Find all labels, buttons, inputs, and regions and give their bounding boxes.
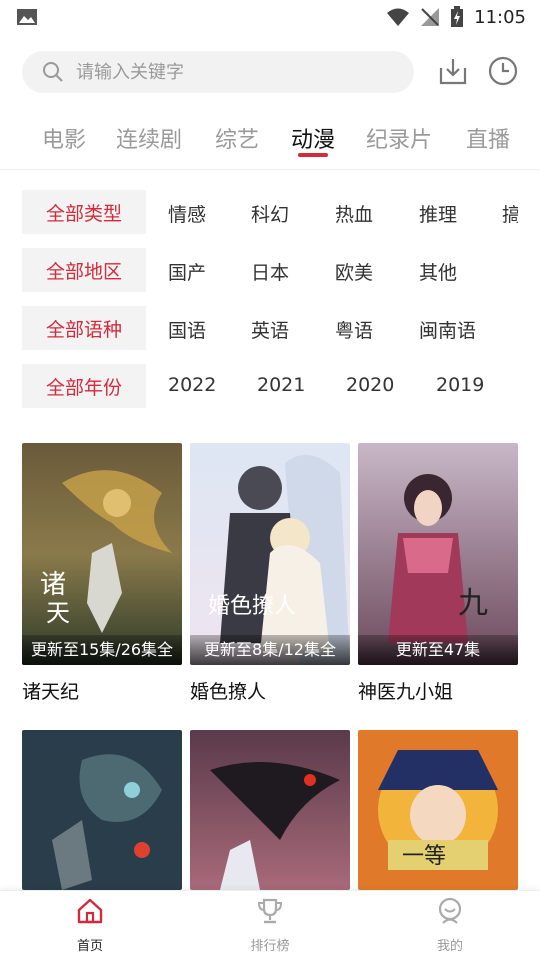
nav-mine-label: 我的 — [436, 939, 463, 954]
nav-rank-label: 排行榜 — [250, 939, 290, 954]
trophy-icon — [257, 898, 283, 924]
filter-option[interactable]: 国产 — [168, 258, 206, 285]
card-title[interactable]: 神医九小姐 — [358, 677, 518, 704]
tab-live[interactable]: 直播 — [466, 122, 510, 154]
divider — [0, 169, 540, 170]
filter-option[interactable]: 推理 — [419, 200, 457, 227]
active-tab-indicator — [298, 153, 328, 157]
download-icon[interactable] — [438, 56, 468, 86]
poster-image[interactable]: 九 更新至47集 — [358, 443, 518, 665]
filter-all-type[interactable]: 全部类型 — [22, 190, 146, 234]
filter-option[interactable]: 英语 — [251, 316, 289, 343]
filter-option[interactable]: 闽南语 — [419, 316, 476, 343]
no-signal-icon — [421, 8, 440, 26]
battery-charging-icon — [451, 6, 464, 27]
media-card[interactable] — [190, 730, 350, 890]
nav-mine[interactable]: 我的 — [400, 897, 500, 954]
nav-home[interactable]: 首页 — [40, 897, 140, 954]
media-card[interactable]: 一等 — [358, 730, 518, 890]
media-card[interactable]: 婚色撩人 更新至8集/12集全 婚色撩人 — [190, 443, 350, 704]
filter-option[interactable]: 2019 — [436, 374, 484, 396]
filter-all-year[interactable]: 全部年份 — [22, 364, 146, 408]
filter-option[interactable]: 科幻 — [251, 200, 289, 227]
tab-series[interactable]: 连续剧 — [116, 122, 182, 154]
history-clock-icon[interactable] — [488, 56, 518, 86]
search-icon — [43, 62, 63, 82]
poster-image[interactable]: 一等 — [358, 730, 518, 890]
tab-movie[interactable]: 电影 — [42, 122, 86, 154]
filter-option[interactable]: 搞 — [502, 200, 518, 227]
svg-text:天: 天 — [46, 599, 70, 627]
filter-option[interactable]: 热血 — [335, 200, 373, 227]
filter-all-language[interactable]: 全部语种 — [22, 306, 146, 350]
tab-anime[interactable]: 动漫 — [291, 122, 335, 154]
search-input[interactable] — [74, 60, 378, 84]
filter-row-year: 全部年份 2022 2021 2020 2019 — [22, 364, 540, 408]
filter-row-region: 全部地区 国产 日本 欧美 其他 — [22, 248, 540, 292]
wifi-icon — [387, 8, 410, 26]
profile-icon — [438, 897, 462, 924]
status-bar: 11:05 — [0, 0, 540, 36]
filter-all-region[interactable]: 全部地区 — [22, 248, 146, 292]
filter-option[interactable]: 2021 — [257, 374, 305, 396]
filter-option[interactable]: 2022 — [168, 374, 216, 396]
episode-badge: 更新至8集/12集全 — [190, 635, 350, 665]
image-notification-icon — [17, 9, 37, 25]
poster-image[interactable]: 诸 天 更新至15集/26集全 — [22, 443, 182, 665]
filter-row-type: 全部类型 情感 科幻 热血 推理 搞 — [22, 190, 540, 234]
media-card[interactable]: 九 更新至47集 神医九小姐 — [358, 443, 518, 704]
episode-badge: 更新至15集/26集全 — [22, 635, 182, 665]
media-card[interactable] — [22, 730, 182, 890]
tab-documentary[interactable]: 纪录片 — [366, 122, 432, 154]
card-title[interactable]: 诸天纪 — [22, 677, 182, 704]
filter-option[interactable]: 粤语 — [335, 316, 373, 343]
nav-home-label: 首页 — [76, 939, 103, 954]
poster-image[interactable] — [190, 730, 350, 890]
poster-image[interactable]: 婚色撩人 更新至8集/12集全 — [190, 443, 350, 665]
home-icon — [77, 898, 103, 924]
filter-option[interactable]: 日本 — [251, 258, 289, 285]
filter-option[interactable]: 2020 — [346, 374, 394, 396]
poster-image[interactable] — [22, 730, 182, 890]
category-tabs: 电影 连续剧 综艺 动漫 纪录片 直播 — [0, 110, 540, 170]
svg-text:婚色撩人: 婚色撩人 — [208, 594, 296, 619]
tab-variety[interactable]: 综艺 — [215, 122, 259, 154]
filter-option[interactable]: 国语 — [168, 316, 206, 343]
episode-badge: 更新至47集 — [358, 635, 518, 665]
bottom-navigation: 首页 排行榜 我的 — [0, 890, 540, 961]
nav-rank[interactable]: 排行榜 — [220, 897, 320, 954]
filter-option[interactable]: 欧美 — [335, 258, 373, 285]
filter-option[interactable]: 情感 — [168, 200, 206, 227]
status-time: 11:05 — [474, 6, 526, 28]
svg-text:九: 九 — [458, 586, 488, 621]
filter-row-language: 全部语种 国语 英语 粤语 闽南语 — [22, 306, 540, 350]
filter-option[interactable]: 其他 — [419, 258, 457, 285]
search-bar[interactable] — [22, 51, 414, 93]
svg-text:诸: 诸 — [40, 570, 66, 600]
card-title[interactable]: 婚色撩人 — [190, 677, 350, 704]
media-card[interactable]: 诸 天 更新至15集/26集全 诸天纪 — [22, 443, 182, 704]
svg-text:一等: 一等 — [402, 844, 446, 869]
